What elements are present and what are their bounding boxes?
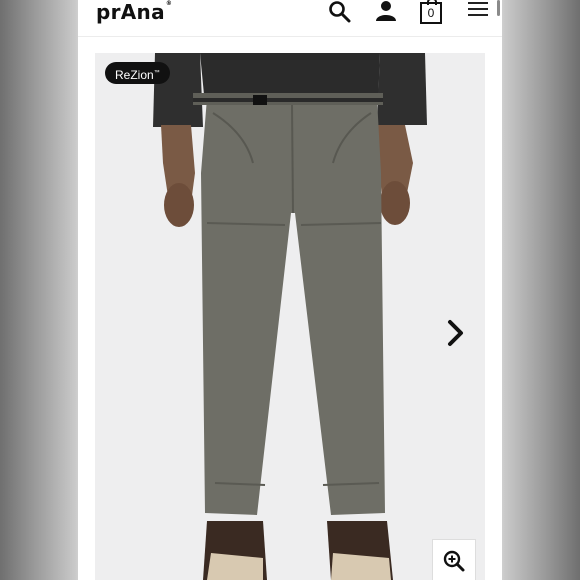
badge-trademark: ™ — [153, 70, 160, 76]
product-photo — [153, 53, 427, 580]
cart-icon[interactable]: 0 — [420, 0, 442, 24]
menu-icon[interactable] — [468, 2, 490, 18]
brand-name: prAna — [96, 0, 165, 24]
cart-count: 0 — [427, 6, 435, 20]
product-image[interactable]: ReZion™ — [95, 53, 485, 580]
brand-mark: ® — [165, 0, 173, 7]
product-page: prAna® 0 ReZion™ — [78, 0, 502, 580]
cart-handle — [427, 0, 437, 5]
zoom-icon — [443, 550, 465, 572]
zoom-button[interactable] — [432, 539, 476, 580]
badge-label: ReZion — [115, 68, 154, 82]
scrollbar[interactable] — [497, 0, 500, 16]
brand-logo[interactable]: prAna® — [96, 0, 172, 24]
product-badge: ReZion™ — [105, 62, 170, 84]
next-arrow-icon[interactable] — [445, 318, 467, 348]
account-icon[interactable] — [374, 0, 398, 22]
search-icon[interactable] — [328, 0, 352, 24]
site-header: prAna® 0 — [78, 0, 502, 37]
